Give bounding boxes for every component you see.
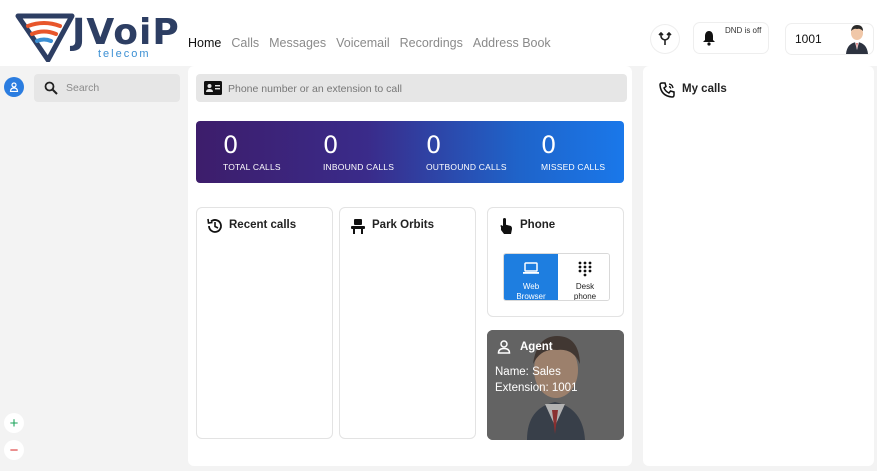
- phone-mode-toggle: Web Browser Desk phone: [503, 253, 610, 301]
- nav-home[interactable]: Home: [188, 36, 221, 50]
- extension-account-menu[interactable]: 1001: [786, 24, 873, 54]
- stat-value: 0: [426, 131, 442, 159]
- park-orbits-title: Park Orbits: [372, 219, 434, 231]
- nav-address-book[interactable]: Address Book: [473, 36, 551, 50]
- agent-name: Name: Sales: [495, 366, 561, 378]
- logo-wordmark: JVoiP: [72, 12, 180, 53]
- stat-total-calls: 0 TOTAL CALLS: [223, 131, 281, 172]
- history-icon: [207, 218, 222, 233]
- stat-label: INBOUND CALLS: [323, 162, 395, 172]
- user-profile-button[interactable]: [4, 77, 24, 97]
- agent-person-icon: [497, 340, 511, 354]
- desk-phone-label: Desk phone: [558, 282, 609, 301]
- my-calls-title: My calls: [682, 83, 727, 95]
- web-browser-option[interactable]: Web Browser: [504, 254, 558, 301]
- agent-title: Agent: [520, 341, 553, 353]
- person-icon: [9, 82, 19, 92]
- park-orbits-card: Park Orbits: [339, 207, 476, 439]
- call-split-icon: [658, 32, 672, 45]
- dnd-status: DND is off: [725, 26, 762, 35]
- stat-value: 0: [323, 131, 339, 159]
- agent-extension: Extension: 1001: [495, 382, 578, 394]
- web-browser-label: Web Browser: [504, 282, 558, 301]
- web-browser-label-line1: Web: [522, 282, 540, 291]
- main-nav: Home Calls Messages Voicemail Recordings…: [188, 36, 551, 50]
- parking-chair-icon: [351, 219, 365, 234]
- tap-hand-icon: [500, 218, 512, 234]
- phone-ringing-icon: [659, 82, 675, 98]
- bell-icon: [703, 31, 715, 46]
- dial-input[interactable]: Phone number or an extension to call: [196, 74, 627, 102]
- laptop-icon: [523, 262, 539, 274]
- search-placeholder: Search: [66, 82, 100, 94]
- stat-missed-calls: 0 MISSED CALLS: [541, 131, 605, 172]
- recent-calls-card: Recent calls: [196, 207, 333, 439]
- dialpad-icon: [578, 261, 592, 277]
- stat-inbound-calls: 0 INBOUND CALLS: [323, 131, 394, 172]
- nav-voicemail[interactable]: Voicemail: [336, 36, 390, 50]
- phone-title: Phone: [520, 219, 556, 231]
- desk-phone-option[interactable]: Desk phone: [558, 254, 609, 301]
- call-split-button[interactable]: [651, 25, 679, 53]
- web-browser-label-line2: Browser: [516, 292, 546, 301]
- zoom-in-button[interactable]: +: [4, 413, 24, 433]
- stat-outbound-calls: 0 OUTBOUND CALLS: [426, 131, 507, 172]
- phone-card: Phone Web Browser Desk phone: [487, 207, 624, 317]
- nav-recordings[interactable]: Recordings: [400, 36, 463, 50]
- jvoip-logo[interactable]: JVoiP telecom: [14, 8, 184, 62]
- desk-phone-label-line1: Desk: [575, 282, 595, 291]
- contact-card-icon: [204, 81, 222, 95]
- recent-calls-title: Recent calls: [229, 219, 297, 231]
- my-calls-panel: My calls: [643, 66, 874, 466]
- nav-messages[interactable]: Messages: [269, 36, 326, 50]
- call-stats-banner: 0 TOTAL CALLS 0 INBOUND CALLS 0 OUTBOUND…: [196, 121, 624, 183]
- stat-label: MISSED CALLS: [541, 162, 606, 172]
- stat-value: 0: [541, 131, 557, 159]
- zoom-out-button[interactable]: −: [4, 440, 24, 460]
- search-input[interactable]: Search: [34, 74, 180, 102]
- stat-label: TOTAL CALLS: [223, 162, 281, 172]
- desk-phone-label-line2: phone: [573, 292, 597, 301]
- top-header: JVoiP telecom Home Calls Messages Voicem…: [0, 0, 877, 66]
- user-avatar: [846, 25, 868, 54]
- stat-label: OUTBOUND CALLS: [426, 162, 507, 172]
- logo-mark-icon: [15, 13, 75, 62]
- agent-card: Agent Name: Sales Extension: 1001: [487, 330, 624, 440]
- stat-value: 0: [223, 131, 239, 159]
- plus-icon: +: [9, 414, 19, 432]
- extension-number: 1001: [795, 32, 822, 46]
- dnd-toggle[interactable]: DND is off: [694, 23, 768, 53]
- dial-placeholder: Phone number or an extension to call: [228, 83, 402, 95]
- left-sidebar: Search + −: [0, 66, 184, 471]
- logo-tagline: telecom: [98, 48, 151, 60]
- minus-icon: −: [9, 441, 19, 459]
- search-icon: [44, 81, 58, 95]
- nav-calls[interactable]: Calls: [231, 36, 259, 50]
